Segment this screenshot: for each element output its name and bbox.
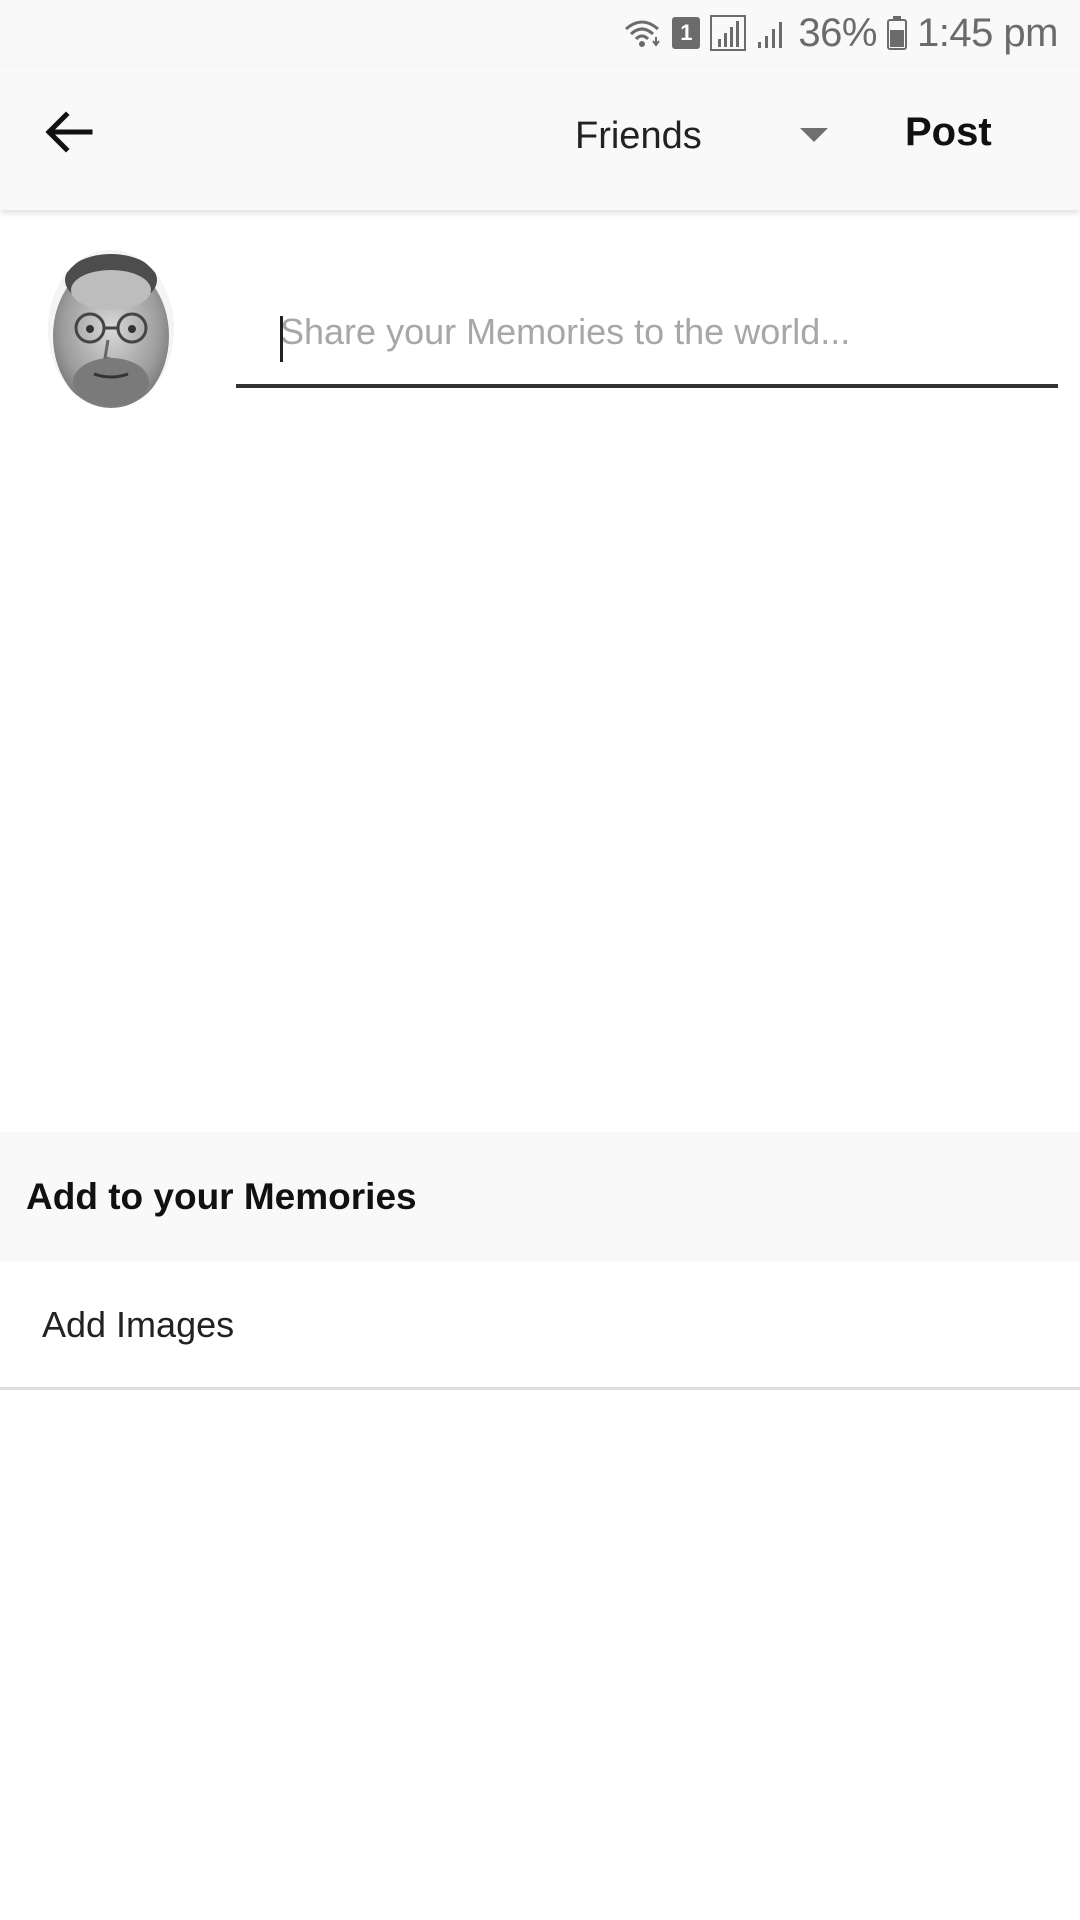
add-section-title: Add to your Memories [26, 1176, 417, 1217]
audience-label: Friends [575, 114, 702, 157]
battery-icon [886, 16, 907, 50]
back-button[interactable] [34, 104, 104, 164]
add-section-header: Add to your Memories [0, 1132, 1080, 1262]
composer [0, 210, 1080, 1130]
app-bar: Friends Post [0, 66, 1080, 210]
wifi-icon [622, 17, 662, 49]
add-images-button[interactable]: Add Images [0, 1262, 1080, 1390]
arrow-left-icon [44, 110, 94, 159]
signal-icon [710, 15, 747, 51]
post-button[interactable]: Post [905, 104, 992, 160]
chevron-down-icon [800, 128, 828, 142]
audience-dropdown[interactable]: Friends [560, 106, 840, 166]
battery-percent: 36% [798, 10, 877, 55]
screen: 1 36% 1:45 pm Friends Post Share your Me… [0, 0, 1080, 1920]
status-bar: 1 36% 1:45 pm [0, 0, 1080, 66]
signal-icon [756, 16, 788, 50]
add-images-label: Add Images [42, 1303, 235, 1345]
clock: 1:45 pm [916, 10, 1059, 55]
post-text-input[interactable] [236, 280, 1058, 384]
sim-icon: 1 [672, 17, 701, 49]
avatar [48, 250, 174, 408]
text-cursor [280, 316, 283, 362]
post-input-container [236, 280, 1058, 388]
